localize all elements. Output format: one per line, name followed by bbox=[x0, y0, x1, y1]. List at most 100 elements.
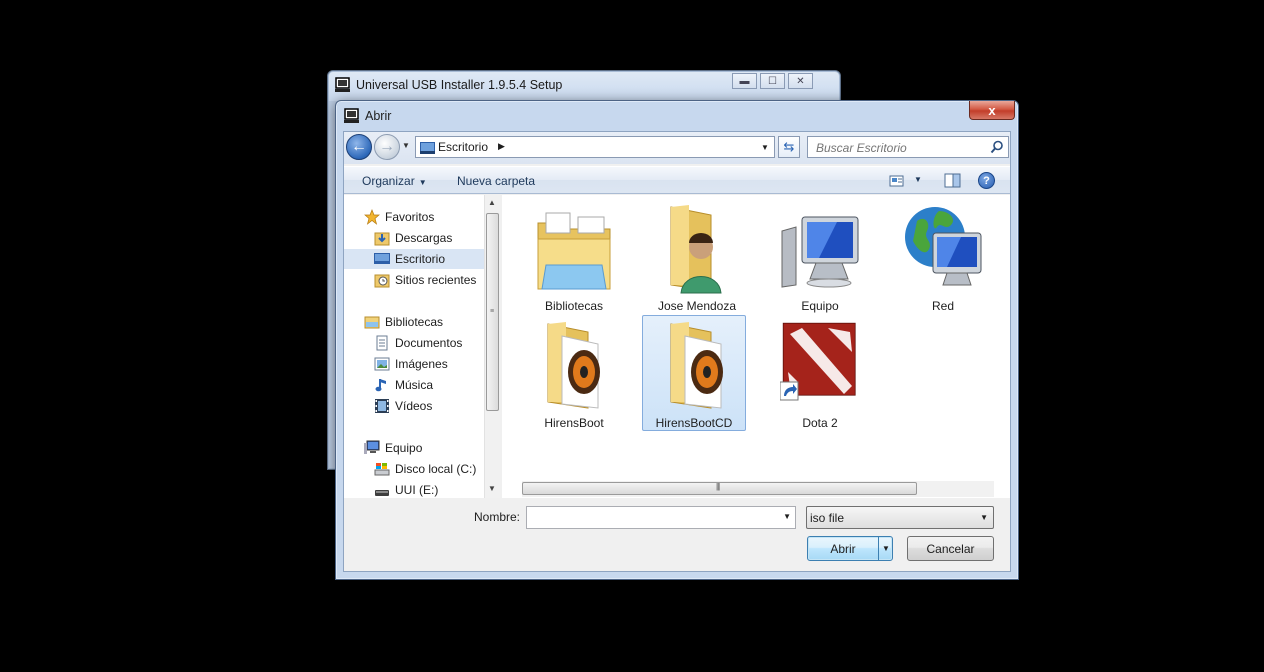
file-item-computer[interactable]: Equipo bbox=[768, 201, 872, 317]
installer-title: Universal USB Installer 1.9.5.4 Setup bbox=[356, 78, 563, 92]
star-icon bbox=[364, 209, 380, 225]
nav-videos-label: Vídeos bbox=[395, 399, 433, 413]
installer-close-button[interactable]: ✕ bbox=[788, 73, 813, 89]
nav-music[interactable]: Música bbox=[344, 375, 484, 395]
file-item-label: Equipo bbox=[801, 299, 839, 313]
videos-icon bbox=[375, 399, 389, 413]
file-item-user-folder[interactable]: Jose Mendoza bbox=[645, 201, 749, 317]
computer-icon bbox=[364, 440, 380, 454]
address-bar[interactable]: Escritorio ▶ ▼ bbox=[415, 136, 775, 158]
dota-shortcut-icon bbox=[780, 322, 856, 401]
view-dropdown-icon[interactable]: ▼ bbox=[914, 175, 922, 184]
recent-places-icon bbox=[374, 274, 390, 288]
nav-documents-label: Documentos bbox=[395, 336, 463, 350]
file-item-label: HirensBoot bbox=[544, 416, 604, 430]
filename-combobox[interactable]: ▼ bbox=[526, 506, 796, 529]
file-item-hirensbootcd[interactable]: HirensBootCD bbox=[642, 315, 746, 431]
libraries-icon bbox=[364, 316, 380, 329]
nav-scrollbar[interactable]: ▲ ≡ ▼ bbox=[484, 195, 500, 498]
refresh-button[interactable]: ⇆ bbox=[778, 136, 800, 158]
breadcrumb-arrow-icon[interactable]: ▶ bbox=[498, 141, 505, 152]
computer-icon bbox=[344, 108, 359, 123]
open-dialog: Abrir x ← → ▼ Escritorio ▶ ▼ ⇆ Buscar Es… bbox=[335, 100, 1019, 580]
maximize-button[interactable]: ☐ bbox=[760, 73, 785, 89]
filetype-value: iso file bbox=[810, 511, 845, 525]
nav-music-label: Música bbox=[395, 378, 434, 392]
open-button[interactable]: Abrir ▼ bbox=[807, 536, 893, 561]
nav-downloads-label: Descargas bbox=[395, 231, 453, 245]
file-pane-scrollbar[interactable]: ||| bbox=[522, 481, 994, 497]
nav-desktop-label: Escritorio bbox=[395, 252, 446, 266]
maximize-icon: ☐ bbox=[768, 75, 777, 87]
downloads-icon bbox=[374, 232, 390, 246]
nav-drive-e-label: UUI (E:) bbox=[395, 483, 439, 497]
nav-pictures[interactable]: Imágenes bbox=[344, 354, 484, 374]
file-item-label: Dota 2 bbox=[802, 416, 838, 430]
nav-computer[interactable]: Equipo bbox=[344, 438, 484, 458]
nav-downloads[interactable]: Descargas bbox=[344, 228, 484, 248]
search-icon[interactable] bbox=[990, 140, 1004, 154]
cancel-button-label: Cancelar bbox=[926, 541, 975, 556]
minimize-button[interactable]: ▬ bbox=[732, 73, 757, 89]
nav-libraries[interactable]: Bibliotecas bbox=[344, 312, 484, 332]
search-box[interactable] bbox=[807, 136, 1009, 158]
file-item-dota2[interactable]: Dota 2 bbox=[768, 318, 872, 434]
nav-computer-label: Equipo bbox=[385, 441, 423, 455]
close-icon: x bbox=[988, 102, 996, 118]
file-pane: Bibliotecas Jose Mendoza Equipo Red Hire… bbox=[502, 195, 1010, 498]
music-icon bbox=[375, 379, 386, 392]
forward-button[interactable]: → bbox=[374, 134, 400, 160]
filename-label: Nombre: bbox=[474, 510, 521, 524]
scroll-down-icon[interactable]: ▼ bbox=[488, 484, 496, 493]
filename-input[interactable] bbox=[530, 510, 774, 526]
cancel-button[interactable]: Cancelar bbox=[907, 536, 994, 561]
computer-icon bbox=[335, 77, 350, 92]
file-item-libraries[interactable]: Bibliotecas bbox=[522, 201, 626, 317]
usb-drive-icon bbox=[375, 490, 389, 496]
close-icon: ✕ bbox=[796, 75, 805, 87]
organize-menu[interactable]: Organizar ▼ bbox=[362, 174, 427, 188]
forward-arrow-icon: → bbox=[379, 138, 395, 155]
file-item-network[interactable]: Red bbox=[891, 201, 995, 317]
minimize-icon: ▬ bbox=[739, 75, 750, 87]
scroll-up-icon[interactable]: ▲ bbox=[488, 198, 496, 207]
chevron-down-icon: ▼ bbox=[980, 513, 988, 522]
filetype-select[interactable]: iso file ▼ bbox=[806, 506, 994, 529]
back-button[interactable]: ← bbox=[346, 134, 372, 160]
file-item-hirensboot[interactable]: HirensBoot bbox=[522, 318, 626, 434]
desktop-icon bbox=[374, 253, 390, 264]
computer-icon bbox=[781, 216, 859, 288]
history-dropdown-icon[interactable]: ▼ bbox=[402, 141, 410, 150]
user-folder-icon bbox=[670, 205, 722, 294]
network-icon bbox=[905, 207, 982, 286]
nav-drive-c[interactable]: Disco local (C:) bbox=[344, 459, 484, 479]
nav-videos[interactable]: Vídeos bbox=[344, 396, 484, 416]
help-icon[interactable]: ? bbox=[978, 172, 995, 189]
nav-drive-c-label: Disco local (C:) bbox=[395, 462, 477, 476]
nav-documents[interactable]: Documentos bbox=[344, 333, 484, 353]
dialog-body: ← → ▼ Escritorio ▶ ▼ ⇆ Organizar▼ N bbox=[343, 131, 1011, 572]
grip-icon: ≡ bbox=[490, 308, 495, 315]
address-location[interactable]: Escritorio bbox=[438, 140, 488, 154]
nav-recent[interactable]: Sitios recientes bbox=[344, 270, 484, 290]
open-button-label: Abrir bbox=[830, 541, 856, 556]
file-pane-scroll-thumb[interactable]: ||| bbox=[522, 482, 917, 495]
chevron-down-icon[interactable]: ▼ bbox=[783, 512, 791, 521]
preview-pane-icon[interactable] bbox=[944, 173, 961, 188]
libraries-folder-icon bbox=[537, 212, 611, 290]
search-input[interactable] bbox=[814, 140, 988, 156]
dialog-close-button[interactable]: x bbox=[969, 101, 1015, 120]
back-arrow-icon: ← bbox=[351, 138, 367, 155]
change-view-icon[interactable] bbox=[889, 174, 905, 188]
open-options-dropdown[interactable]: ▼ bbox=[878, 537, 893, 560]
nav-desktop[interactable]: Escritorio bbox=[344, 249, 484, 269]
nav-drive-e[interactable]: UUI (E:) bbox=[344, 480, 484, 498]
command-bar: Organizar ▼ Nueva carpeta ▼ ? bbox=[344, 166, 1010, 194]
file-item-label: HirensBootCD bbox=[655, 416, 733, 430]
help-label: ? bbox=[983, 174, 990, 187]
nav-scroll-thumb[interactable]: ≡ bbox=[486, 213, 499, 411]
new-folder-button[interactable]: Nueva carpeta bbox=[457, 174, 535, 188]
address-dropdown-icon[interactable]: ▼ bbox=[756, 137, 774, 157]
navigation-pane: Favoritos Descargas Escritorio Sitios re… bbox=[344, 195, 500, 498]
nav-favorites[interactable]: Favoritos bbox=[344, 207, 484, 227]
